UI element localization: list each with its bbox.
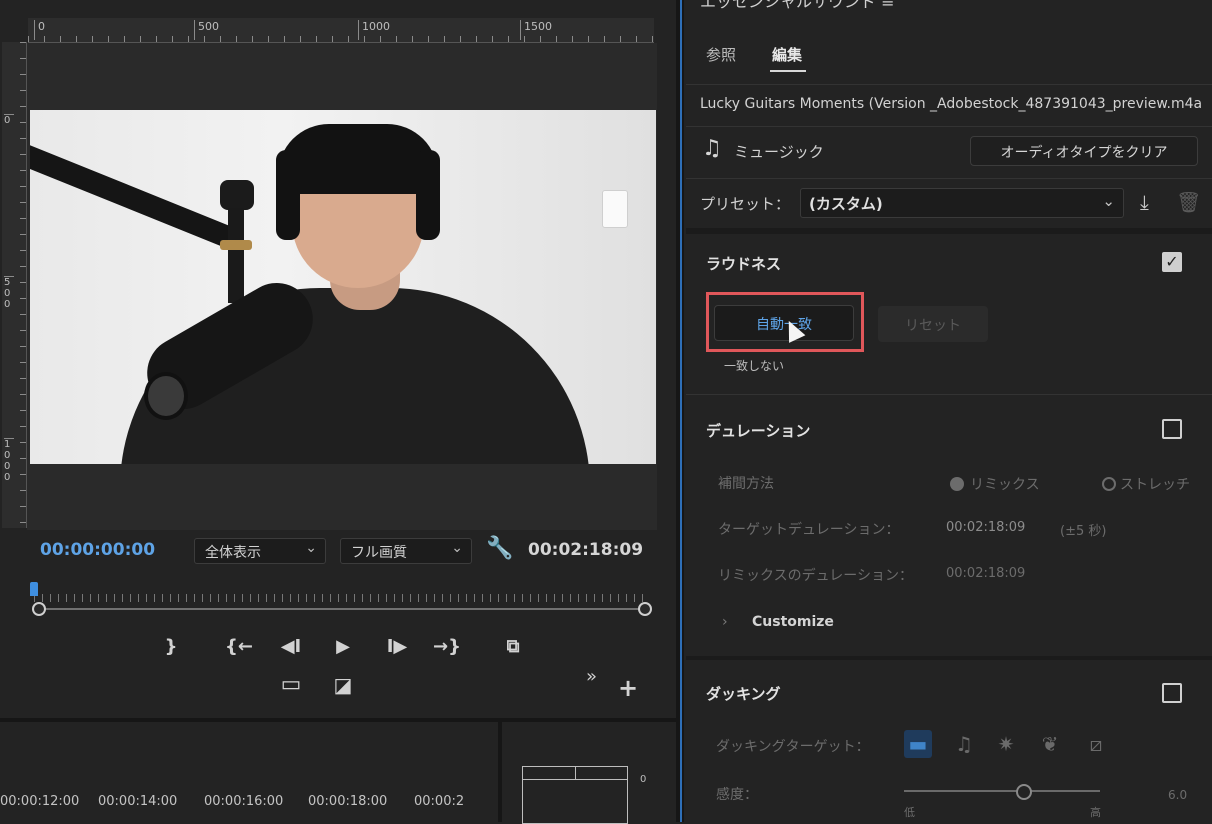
chevron-down-icon: ⌄ xyxy=(451,540,463,556)
go-to-in-button[interactable]: {← xyxy=(222,634,256,660)
remix-radio-label: リミックス xyxy=(970,477,1040,493)
audio-type-label: ミュージック xyxy=(734,143,824,161)
clear-audio-type-button[interactable]: オーディオタイプをクリア xyxy=(970,136,1198,166)
duration-title: デュレーション xyxy=(706,422,811,440)
sfx-burst-icon[interactable]: ✷ xyxy=(992,730,1020,758)
duration-checkbox[interactable] xyxy=(1162,419,1182,439)
duration-timecode: 00:02:18:09 xyxy=(528,540,644,560)
sensitivity-slider-track[interactable] xyxy=(904,790,1100,792)
chevron-right-icon[interactable]: › xyxy=(722,614,728,630)
tab-browse[interactable]: 参照 xyxy=(706,44,736,65)
zoom-level-value: 全体表示 xyxy=(205,545,261,561)
reset-label: リセット xyxy=(905,318,961,334)
video-frame[interactable] xyxy=(30,110,656,464)
program-monitor: 0 500 1000 1500 0 5 0 0 1 0 0 0 00:00:00… xyxy=(0,0,676,718)
timeline-tick-label: 00:00:16:00 xyxy=(204,794,284,809)
remix-duration-label: リミックスのデュレーション： xyxy=(718,568,914,584)
loudness-status: 一致しない xyxy=(724,359,785,373)
panel-title[interactable]: エッセンシャルサウンド ≡ xyxy=(700,0,895,12)
more-controls-icon[interactable]: » xyxy=(586,666,597,687)
ambience-leaf-icon[interactable]: ❦ xyxy=(1036,730,1064,758)
playback-quality-value: フル画質 xyxy=(351,545,407,561)
sensitivity-high-label: 高 xyxy=(1090,806,1101,819)
export-frame-button[interactable]: ⧉ xyxy=(496,634,530,660)
zoom-handle-right[interactable] xyxy=(638,602,652,616)
wrench-icon[interactable]: 🔧 xyxy=(486,536,513,561)
music-note-icon: ♫ xyxy=(702,136,722,161)
button-editor-add-icon[interactable]: + xyxy=(618,674,638,702)
method-label: 補間方法 xyxy=(718,476,774,492)
zoom-handle-left[interactable] xyxy=(32,602,46,616)
stretch-radio[interactable] xyxy=(1102,477,1116,491)
clip-name: Lucky Guitars Moments (Version _Adobesto… xyxy=(700,96,1203,112)
meter-scale-label: 0 xyxy=(640,774,647,785)
clear-audio-type-label: オーディオタイプをクリア xyxy=(1000,145,1168,161)
target-duration-tolerance: (±5 秒) xyxy=(1060,524,1107,539)
sensitivity-low-label: 低 xyxy=(904,806,915,819)
vertical-ruler: 0 5 0 0 1 0 0 0 xyxy=(2,42,27,528)
chevron-down-icon: ⌄ xyxy=(1102,192,1115,210)
ruler-label: 1 0 0 0 xyxy=(4,438,14,483)
ducking-title: ダッキング xyxy=(706,685,781,703)
mic-arm xyxy=(30,138,246,253)
music-note-icon[interactable]: ♫ xyxy=(950,730,978,758)
timeline-tick-label: 00:00:18:00 xyxy=(308,794,388,809)
target-duration-value[interactable]: 00:02:18:09 xyxy=(946,520,1025,535)
loudness-checkbox[interactable]: ✓ xyxy=(1162,252,1182,272)
zoom-bar[interactable] xyxy=(36,608,648,610)
preset-select[interactable]: (カスタム) ⌄ xyxy=(800,188,1124,218)
speech-bubble-icon[interactable]: ▬ xyxy=(904,730,932,758)
step-forward-button[interactable]: I▶ xyxy=(380,634,414,660)
playhead[interactable] xyxy=(30,582,38,596)
active-tab-indicator xyxy=(770,70,806,72)
ruler-label: 5 0 0 xyxy=(4,276,14,310)
ducking-target-label: ダッキングターゲット： xyxy=(716,739,870,755)
trash-icon[interactable]: 🗑 xyxy=(1176,190,1201,214)
unassigned-icon[interactable]: ⧄ xyxy=(1082,730,1110,758)
remix-duration-value: 00:02:18:09 xyxy=(946,566,1026,581)
meter-box xyxy=(522,766,628,824)
timeline-tick-label: 00:00:14:00 xyxy=(98,794,178,809)
timeline-tick-label: 00:00:2 xyxy=(414,794,465,809)
playback-quality-select[interactable]: フル画質 ⌄ xyxy=(340,538,472,564)
preset-value: (カスタム) xyxy=(809,195,883,213)
current-timecode[interactable]: 00:00:00:00 xyxy=(40,540,155,560)
step-back-button[interactable]: ◀I xyxy=(274,634,308,660)
audio-meter: 0 xyxy=(502,722,676,824)
essential-sound-panel: エッセンシャルサウンド ≡ 参照 編集 Lucky Guitars Moment… xyxy=(686,0,1212,822)
tab-edit[interactable]: 編集 xyxy=(772,44,802,65)
zoom-level-select[interactable]: 全体表示 ⌄ xyxy=(194,538,326,564)
timeline-panel[interactable]: 00:00:12:00 00:00:14:00 00:00:16:00 00:0… xyxy=(0,722,498,822)
loudness-title: ラウドネス xyxy=(706,255,782,273)
mark-out-button[interactable]: } xyxy=(154,634,188,660)
save-preset-icon[interactable]: ⤓ xyxy=(1140,190,1149,214)
sensitivity-slider-thumb[interactable] xyxy=(1016,784,1032,800)
reset-button[interactable]: リセット xyxy=(878,306,988,342)
horizontal-ruler: 0 500 1000 1500 xyxy=(28,18,654,43)
go-to-out-button[interactable]: →} xyxy=(430,634,464,660)
stretch-radio-label: ストレッチ xyxy=(1120,477,1190,493)
comparison-view-button[interactable]: ◪ xyxy=(326,672,360,698)
target-duration-label: ターゲットデュレーション： xyxy=(718,522,900,538)
playhead-scrubber[interactable] xyxy=(30,580,654,620)
remix-radio[interactable] xyxy=(950,477,964,491)
sensitivity-value[interactable]: 6.0 xyxy=(1168,788,1187,802)
play-button[interactable]: ▶ xyxy=(326,634,360,660)
sensitivity-label: 感度： xyxy=(716,787,758,803)
timeline-tick-label: 00:00:12:00 xyxy=(0,794,80,809)
chevron-down-icon: ⌄ xyxy=(305,540,317,556)
ducking-checkbox[interactable] xyxy=(1162,683,1182,703)
preset-label: プリセット： xyxy=(700,195,791,213)
customize-toggle[interactable]: Customize xyxy=(752,614,834,630)
ruler-label: 0 xyxy=(4,114,14,126)
wall-switch xyxy=(602,190,628,228)
safe-margins-button[interactable]: ▭ xyxy=(274,672,308,698)
